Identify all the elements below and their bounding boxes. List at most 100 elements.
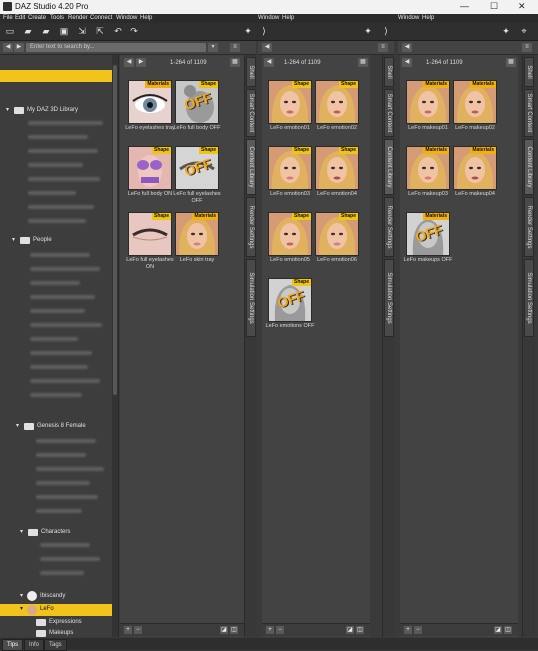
panel1-remove-icon[interactable]: −	[134, 626, 142, 634]
new-file-icon[interactable]: ▭	[4, 26, 16, 37]
merge-icon[interactable]: ▰	[40, 26, 52, 37]
panel2-remove-icon[interactable]: −	[276, 626, 284, 634]
open-icon[interactable]: ▰	[22, 26, 34, 37]
tree-selected-root[interactable]	[0, 70, 112, 82]
content-thumbnail[interactable]: Shape	[268, 146, 312, 190]
panel3-options-icon[interactable]: ◫	[504, 626, 512, 634]
panel2-prev-icon[interactable]: ◀	[264, 58, 274, 67]
panel3-prev-icon[interactable]: ◀	[402, 58, 412, 67]
content-thumbnail[interactable]: Materials	[406, 146, 450, 190]
menu-window-3[interactable]: Window	[398, 14, 419, 23]
panel1-add-icon[interactable]: +	[124, 626, 132, 634]
render-icon-3[interactable]: ✦	[500, 26, 512, 37]
panel1-grip-icon[interactable]: ◪	[220, 626, 228, 634]
panel1-next-icon[interactable]: ▶	[136, 58, 146, 67]
menu-help-2[interactable]: Help	[282, 14, 294, 23]
content-thumbnail[interactable]: Materials	[128, 80, 172, 124]
content-item[interactable]: Shape LeFo full body ON	[128, 146, 172, 216]
content-thumbnail[interactable]: Shape	[128, 146, 172, 190]
tree-expressions[interactable]: Expressions	[0, 617, 112, 627]
panel2-options-icon[interactable]: ◫	[356, 626, 364, 634]
minimize-button[interactable]: —	[460, 1, 469, 11]
content-item[interactable]: Materials LeFo makeup04	[453, 146, 497, 216]
tree-my-library[interactable]: ▾ My DAZ 3D Library	[0, 105, 112, 115]
render-icon-2[interactable]: ✦	[362, 26, 374, 37]
content-item[interactable]: Shape LeFo emotion06	[315, 212, 359, 282]
panel3-menu-icon[interactable]: ≡	[522, 43, 532, 52]
render-icon[interactable]: ✦	[242, 26, 254, 37]
panel3-grip-icon[interactable]: ◪	[494, 626, 502, 634]
menu-render[interactable]: Render	[68, 14, 88, 23]
tree-vendor[interactable]: ▾ Ibiscandy	[0, 591, 112, 601]
side-tab-smart-content-2[interactable]: Smart Content	[384, 89, 394, 137]
panel1-prev-icon[interactable]: ◀	[124, 58, 134, 67]
content-item[interactable]: Materials LeFo makeup01	[406, 80, 450, 150]
tree-scrollbar[interactable]	[112, 55, 118, 637]
side-tab-render-settings[interactable]: Render Settings	[246, 197, 256, 257]
import-icon[interactable]: ⇲	[76, 26, 88, 37]
content-thumbnail[interactable]: Materials	[175, 212, 219, 256]
tab-tips[interactable]: Tips	[2, 639, 24, 651]
panel-menu-icon[interactable]: ≡	[230, 43, 240, 52]
side-tab-shell-2[interactable]: Shell	[384, 57, 394, 87]
content-item[interactable]: Materials LeFo makeup02	[453, 80, 497, 150]
side-tab-simulation-settings[interactable]: Simulation Settings	[246, 259, 256, 337]
tree-genesis[interactable]: ▾ Genesis 8 Female	[0, 421, 112, 431]
content-thumbnail[interactable]: Shape OFF	[175, 146, 219, 190]
content-thumbnail[interactable]: Shape	[315, 80, 359, 124]
forward-icon[interactable]: ▶	[14, 43, 24, 52]
panel2-menu-icon[interactable]: ≡	[378, 43, 388, 52]
content-thumbnail[interactable]: Shape	[268, 212, 312, 256]
menu-tools[interactable]: Tools	[50, 14, 64, 23]
back-icon[interactable]: ◀	[3, 43, 13, 52]
panel1-options-icon[interactable]: ◫	[230, 626, 238, 634]
panel3-add-icon[interactable]: +	[404, 626, 412, 634]
tree-scroll-thumb[interactable]	[113, 65, 117, 395]
tree-product[interactable]: ▾ LeFo	[0, 604, 112, 616]
content-thumbnail[interactable]: Materials	[406, 80, 450, 124]
panel2-undo-icon[interactable]: ⟩	[258, 26, 270, 37]
content-thumbnail[interactable]: Shape OFF	[268, 278, 312, 322]
content-thumbnail[interactable]: Materials OFF	[406, 212, 450, 256]
redo-icon[interactable]: ↷	[128, 26, 140, 37]
panel2-add-icon[interactable]: +	[266, 626, 274, 634]
panel3-remove-icon[interactable]: −	[414, 626, 422, 634]
menu-connect[interactable]: Connect	[90, 14, 112, 23]
content-item[interactable]: Shape LeFo full eyelashes ON	[126, 212, 174, 282]
content-thumbnail[interactable]: Shape	[315, 146, 359, 190]
content-item[interactable]: Materials LeFo makeup03	[406, 146, 450, 216]
tree-makeups[interactable]: Makeups	[0, 628, 112, 637]
menu-window[interactable]: Window	[116, 14, 137, 23]
side-tab-content-library[interactable]: Content Library	[246, 139, 256, 195]
side-tab-render-settings-3[interactable]: Render Settings	[524, 197, 534, 257]
side-tab-shell-3[interactable]: Shell	[524, 57, 534, 87]
side-tab-simulation-settings-2[interactable]: Simulation Settings	[384, 259, 394, 337]
panel1-view-icon[interactable]: ▦	[230, 58, 240, 67]
content-thumbnail[interactable]: Shape OFF	[175, 80, 219, 124]
panel2-view-icon[interactable]: ▦	[358, 58, 368, 67]
close-button[interactable]: ✕	[518, 1, 526, 12]
tree-people[interactable]: ▾ People	[0, 235, 112, 245]
content-item[interactable]: Shape LeFo emotion04	[315, 146, 359, 216]
content-thumbnail[interactable]: Materials	[453, 146, 497, 190]
content-item[interactable]: Shape LeFo emotion01	[268, 80, 312, 150]
panel2-back-icon[interactable]: ◀	[262, 43, 272, 52]
content-item[interactable]: Materials LeFo skin tray	[175, 212, 219, 282]
menu-help[interactable]: Help	[140, 14, 152, 23]
panel3-undo-icon[interactable]: ⟩	[380, 26, 392, 37]
content-item[interactable]: Shape OFF LeFo full eyelashes OFF	[173, 146, 221, 216]
search-input[interactable]: Enter text to search by...	[26, 43, 206, 52]
side-tab-content-library-2[interactable]: Content Library	[384, 139, 394, 195]
tab-info[interactable]: Info	[24, 639, 45, 651]
panel3-view-icon[interactable]: ▦	[506, 58, 516, 67]
maximize-button[interactable]: ☐	[490, 1, 498, 12]
tool-icon[interactable]: ⌖	[518, 26, 530, 37]
tree-characters[interactable]: ▾ Characters	[0, 527, 112, 537]
content-thumbnail[interactable]: Materials	[453, 80, 497, 124]
side-tab-smart-content[interactable]: Smart Content	[246, 89, 256, 137]
menu-edit[interactable]: Edit	[15, 14, 25, 23]
content-item[interactable]: Shape LeFo emotion05	[268, 212, 312, 282]
search-dropdown-icon[interactable]: ▾	[208, 43, 218, 52]
undo-icon[interactable]: ↶	[112, 26, 124, 37]
save-icon[interactable]: ▣	[58, 26, 70, 37]
